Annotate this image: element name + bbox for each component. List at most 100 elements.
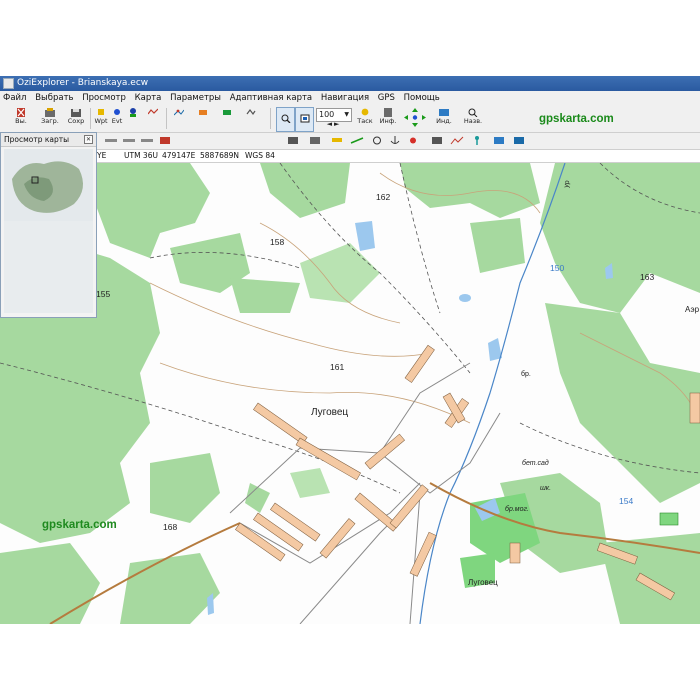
tool-9-button[interactable]	[450, 135, 464, 146]
overview-panel[interactable]: Просмотр карты ✕	[0, 132, 97, 318]
elevation-163: 163	[640, 272, 654, 282]
label-br-mog: бр.мог.	[505, 505, 529, 513]
tool-5-button[interactable]	[370, 135, 384, 146]
exit-label: Вы.	[15, 117, 27, 125]
ozi-window: OziExplorer - Brianskaya.ecw Файл Выбрат…	[0, 76, 700, 624]
tool-1-button[interactable]	[286, 135, 300, 146]
menu-settings[interactable]: Параметры	[167, 91, 224, 105]
info-icon	[384, 108, 392, 117]
tool-4-button[interactable]	[350, 135, 364, 146]
tool-12-button[interactable]	[512, 135, 526, 146]
event-button[interactable]: Evt	[110, 107, 124, 130]
gear-icon	[373, 136, 381, 145]
names-icon	[468, 108, 478, 117]
tool-3-button[interactable]	[330, 135, 344, 146]
exit-button[interactable]: Вы.	[12, 107, 30, 130]
label-shk: шк.	[540, 485, 551, 492]
grid-icon	[310, 137, 320, 144]
save-label: Сохр	[67, 117, 85, 125]
zoom-fit-button[interactable]	[158, 135, 172, 146]
tool-6-button[interactable]	[388, 135, 402, 146]
info-button[interactable]: Инф.	[379, 107, 397, 130]
title-bar: OziExplorer - Brianskaya.ecw	[0, 76, 700, 91]
show-events-icon	[199, 110, 207, 115]
route-button[interactable]	[126, 107, 140, 130]
window-title: OziExplorer - Brianskaya.ecw	[17, 78, 149, 88]
chart-icon	[450, 136, 464, 145]
map-canvas[interactable]: Луговец Луговец 162 158 155 161 168 163 …	[0, 163, 700, 624]
label-br: бр.	[521, 370, 531, 378]
tool-8-button[interactable]	[430, 135, 444, 146]
elevation-161: 161	[330, 362, 344, 372]
show-events-button[interactable]	[194, 107, 212, 130]
menu-view[interactable]: Просмотр	[79, 91, 129, 105]
separator	[166, 108, 167, 129]
arrow-left-icon: ◄	[326, 120, 332, 128]
elevation-162: 162	[376, 192, 390, 202]
menu-file[interactable]: Файл	[0, 91, 29, 105]
gps-icon	[432, 137, 442, 144]
event-icon	[114, 109, 120, 115]
status-zone: YE	[97, 151, 107, 160]
indicator-button[interactable]: Инд.	[434, 107, 454, 130]
tool-7-button[interactable]	[406, 135, 420, 146]
names-label: Назв.	[463, 117, 483, 125]
anchor-icon	[390, 136, 400, 144]
exit-icon	[17, 108, 25, 117]
show-routes-icon	[223, 110, 231, 115]
tool-10-button[interactable]	[470, 135, 484, 146]
info-label: Инф.	[379, 117, 397, 125]
show-routes-button[interactable]	[218, 107, 236, 130]
menu-navigation[interactable]: Навигация	[318, 91, 372, 105]
label-ur: ур	[563, 180, 571, 189]
toolbar-brand: gpskarta.com	[539, 113, 614, 125]
menu-select[interactable]: Выбрать	[32, 91, 76, 105]
overview-map-image[interactable]	[4, 149, 93, 221]
main-toolbar: Вы. Загр. Сохр Wpt Evt 100 ▼ ◄ ► Таск Ин…	[0, 105, 700, 133]
save-button[interactable]: Сохр	[65, 107, 87, 130]
water-level-154: 154	[619, 496, 633, 506]
load-label: Загр.	[41, 117, 59, 125]
zoom-in-icon	[123, 139, 135, 142]
menu-bar: Файл Выбрать Просмотр Карта Параметры Ад…	[0, 91, 700, 106]
event-label: Evt	[111, 117, 123, 125]
close-icon[interactable]: ✕	[84, 135, 93, 144]
zoom-arrows[interactable]: ◄ ►	[316, 120, 350, 130]
zoom-out-icon	[105, 139, 117, 142]
menu-gps[interactable]: GPS	[375, 91, 398, 105]
app-icon	[3, 78, 14, 89]
track-log-icon	[514, 137, 524, 144]
overview-title: Просмотр карты	[1, 133, 96, 147]
pan-arrows-button[interactable]	[401, 107, 429, 130]
zoom-out-button[interactable]	[104, 135, 118, 146]
window-tool-button[interactable]	[295, 107, 314, 132]
separator	[90, 108, 91, 129]
task-button[interactable]: Таск	[354, 107, 376, 130]
track-button[interactable]	[144, 107, 162, 130]
show-waypoints-button[interactable]	[170, 107, 188, 130]
elevation-158: 158	[270, 237, 284, 247]
load-button[interactable]: Загр.	[38, 107, 62, 130]
show-tracks-button[interactable]	[242, 107, 260, 130]
window-icon	[300, 114, 309, 123]
names-button[interactable]: Назв.	[462, 107, 484, 130]
zoom-full-button[interactable]	[140, 135, 154, 146]
waypoint-button[interactable]: Wpt	[94, 107, 108, 130]
pencil-icon	[332, 138, 342, 142]
menu-help[interactable]: Помощь	[401, 91, 443, 105]
tool-2-button[interactable]	[308, 135, 322, 146]
menu-map[interactable]: Карта	[132, 91, 165, 105]
overview-thumbnail[interactable]	[4, 149, 93, 221]
grid-icon	[288, 137, 298, 144]
indicator-icon	[439, 109, 449, 116]
locate-icon	[410, 137, 416, 144]
measure-icon	[350, 137, 364, 144]
menu-adaptive-map[interactable]: Адаптивная карта	[227, 91, 315, 105]
indicator-label: Инд.	[436, 117, 452, 125]
zoom-tool-button[interactable]	[276, 107, 295, 132]
topographic-map[interactable]: Луговец Луговец 162 158 155 161 168 163 …	[0, 163, 700, 624]
zoom-full-icon	[141, 139, 153, 142]
status-northing: 5887689N	[200, 151, 240, 160]
zoom-in-button[interactable]	[122, 135, 136, 146]
tool-11-button[interactable]	[492, 135, 506, 146]
